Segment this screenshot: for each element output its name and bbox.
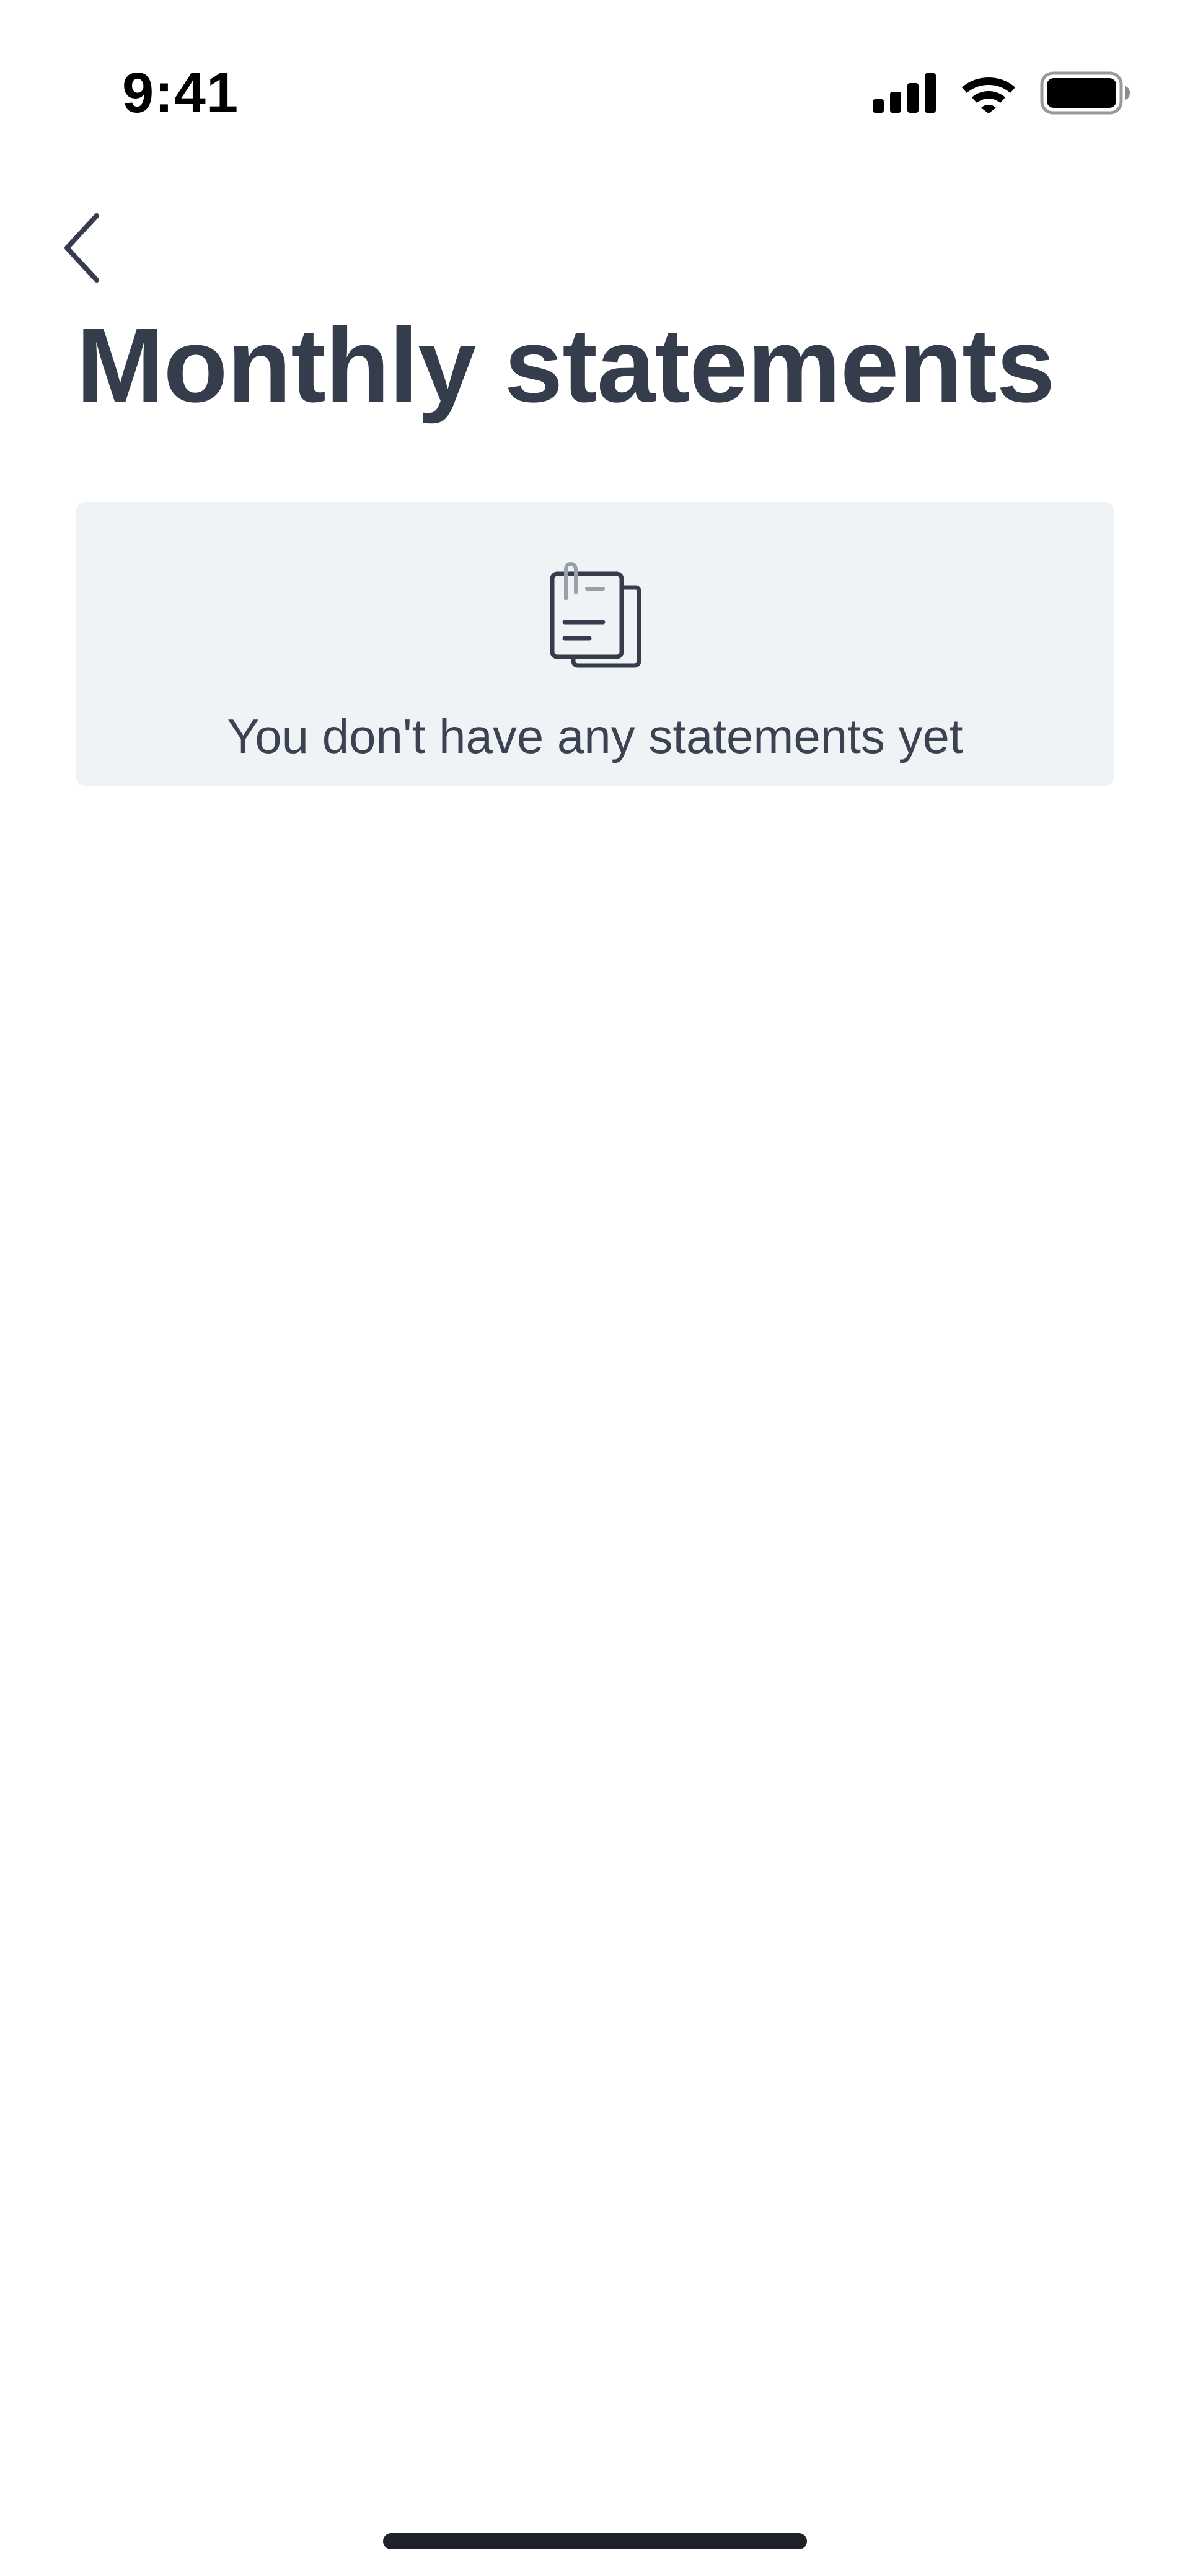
cellular-signal-icon <box>873 73 936 113</box>
status-bar: 9:41 <box>0 0 1190 186</box>
back-button[interactable] <box>60 204 121 291</box>
status-time: 9:41 <box>122 61 239 125</box>
page-title: Monthly statements <box>76 307 1055 424</box>
chevron-left-icon <box>64 213 99 283</box>
battery-icon <box>1040 71 1130 115</box>
empty-state-card: You don't have any statements yet <box>76 502 1114 786</box>
home-indicator[interactable] <box>383 2533 807 2549</box>
documents-icon <box>550 561 641 668</box>
wifi-icon <box>962 77 1015 113</box>
empty-state-message: You don't have any statements yet <box>227 709 963 763</box>
status-icons <box>873 68 1130 118</box>
